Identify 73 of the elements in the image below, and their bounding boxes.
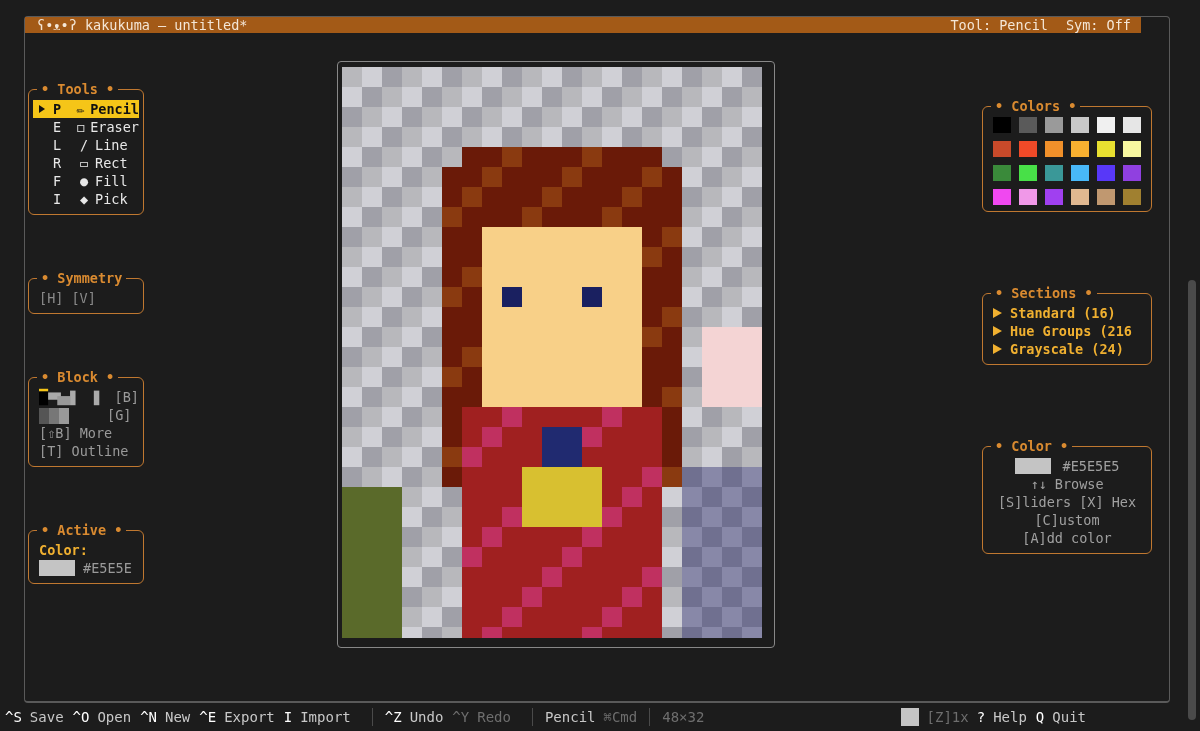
symmetry-toggle[interactable]: [V]	[71, 289, 96, 307]
color-swatch[interactable]	[1045, 141, 1063, 157]
current-tool: Pencil	[544, 708, 596, 726]
color-swatch[interactable]	[993, 189, 1011, 205]
tool-item[interactable]: L / Line	[39, 136, 139, 154]
block-option[interactable]: [B]	[114, 388, 139, 406]
tool-item[interactable]: E ◻ Eraser	[39, 118, 139, 136]
color-swatch[interactable]	[1019, 141, 1037, 157]
section-item[interactable]: Grayscale (24)	[1010, 340, 1124, 358]
color-swatch[interactable]	[1097, 117, 1115, 133]
scrollbar[interactable]	[1188, 280, 1196, 720]
color-swatch[interactable]	[1123, 117, 1141, 133]
shortcut-key[interactable]: ^E	[199, 708, 217, 726]
hex-value: #E5E5E	[83, 559, 132, 577]
color-swatch[interactable]	[1097, 141, 1115, 157]
symmetry-toggle[interactable]: [H]	[39, 289, 64, 307]
color-swatch[interactable]	[1045, 189, 1063, 205]
shortcut-label: Import	[300, 708, 351, 726]
section-item[interactable]: Standard (16)	[1010, 304, 1116, 322]
color-option[interactable]: [C]ustom	[1034, 511, 1100, 529]
shortcut-label: Help	[993, 708, 1027, 726]
shortcut-label: Save	[29, 708, 64, 726]
tool-item[interactable]: R ▭ Rect	[39, 154, 139, 172]
color-swatch[interactable]	[1019, 189, 1037, 205]
shortcut-key[interactable]: I	[283, 708, 293, 726]
color-swatch[interactable]	[1123, 189, 1141, 205]
app-title: ʕ•ᴥ•ʔ kakukuma — untitled*	[37, 16, 248, 34]
color-swatch[interactable]	[1123, 141, 1141, 157]
shortcut-label: Redo	[477, 708, 511, 726]
block-option[interactable]: [G]	[107, 406, 132, 424]
color-option[interactable]: ↑↓ Browse	[1030, 475, 1104, 493]
color-swatch[interactable]	[1019, 165, 1037, 181]
shortcut-label: New	[165, 708, 191, 726]
section-item[interactable]: Hue Groups (216	[1010, 322, 1132, 340]
shortcut-key[interactable]: ^O	[72, 708, 90, 726]
color-swatch[interactable]	[993, 165, 1011, 181]
shortcut-key[interactable]: ^N	[140, 708, 157, 726]
shortcut-label: Quit	[1052, 708, 1086, 726]
tool-item[interactable]: F ● Fill	[39, 172, 139, 190]
block-option[interactable]: [T] Outline	[39, 442, 129, 460]
canvas-size: 48×32	[662, 708, 705, 726]
symmetry-status: Sym: Off	[1065, 16, 1131, 34]
shortcut-key[interactable]: ?	[976, 708, 986, 726]
color-swatch[interactable]	[1071, 141, 1089, 157]
active-color-label: Color:	[39, 541, 89, 559]
hex-value: #E5E5E5	[1062, 457, 1120, 475]
color-option[interactable]: [S]liders [X] Hex	[997, 493, 1137, 511]
tool-status: Tool: Pencil	[950, 16, 1048, 34]
shortcut-label: Open	[97, 708, 132, 726]
active-color-swatch	[39, 560, 75, 576]
shortcut-key[interactable]: Q	[1035, 708, 1045, 726]
color-swatch[interactable]	[993, 117, 1011, 133]
color-swatch[interactable]	[1071, 165, 1089, 181]
color-swatch[interactable]	[1097, 189, 1115, 205]
shortcut-key[interactable]: ^Z	[384, 708, 402, 726]
color-swatch[interactable]	[1123, 165, 1141, 181]
color-option[interactable]: [A]dd color	[1022, 529, 1112, 547]
color-swatch[interactable]	[1097, 165, 1115, 181]
color-swatch[interactable]	[1071, 189, 1089, 205]
color-swatch[interactable]	[1019, 117, 1037, 133]
color-swatch[interactable]	[1045, 165, 1063, 181]
shortcut-key[interactable]: ^S	[5, 708, 22, 726]
color-swatch[interactable]	[1071, 117, 1089, 133]
shortcut-label: Undo	[409, 708, 444, 726]
color-swatch[interactable]	[1045, 117, 1063, 133]
color-swatch	[900, 708, 919, 726]
shortcut-label: Export	[224, 708, 275, 726]
tool-item[interactable]: P ✏ Pencil	[33, 100, 139, 118]
color-swatch	[1014, 458, 1051, 474]
tool-item[interactable]: I ◆ Pick	[39, 190, 139, 208]
modifier-hint: ⌘Cmd	[603, 708, 638, 726]
block-option[interactable]: [⇧B] More	[39, 424, 113, 442]
color-swatch[interactable]	[993, 141, 1011, 157]
